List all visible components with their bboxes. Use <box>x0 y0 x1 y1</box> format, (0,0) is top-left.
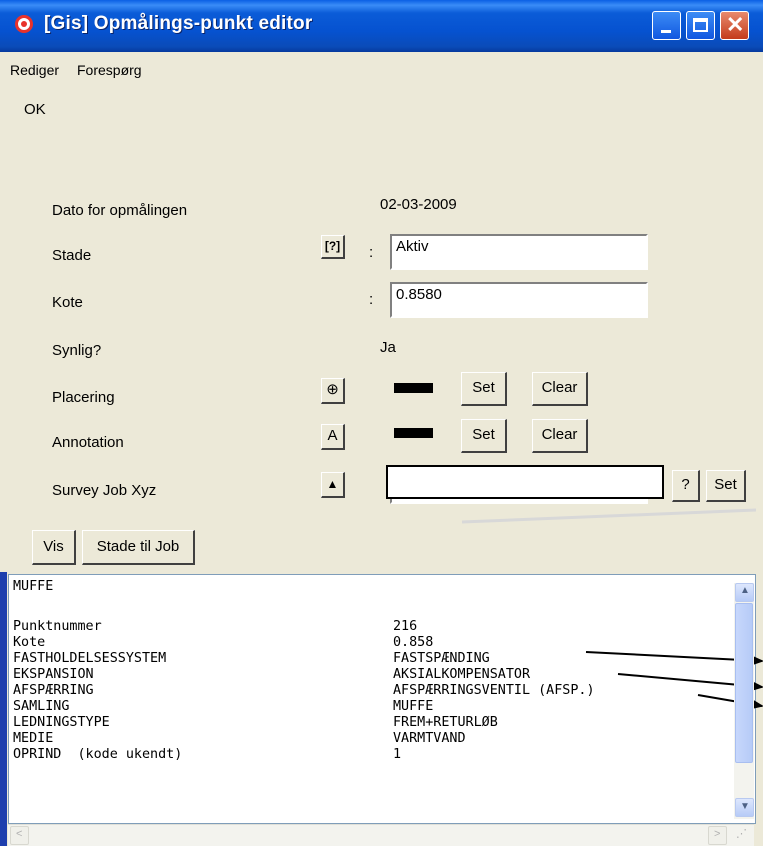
info-value: 216 <box>393 619 418 634</box>
info-key: EKSPANSION <box>13 667 94 682</box>
minimize-icon <box>661 30 671 33</box>
dato-value: 02-03-2009 <box>380 196 457 213</box>
vis-button[interactable]: Vis <box>32 530 76 565</box>
info-value: VARMTVAND <box>393 731 466 746</box>
stade-lookup-button[interactable]: [?] <box>321 235 345 259</box>
scroll-up-button[interactable]: ▲ <box>735 583 754 602</box>
close-button[interactable]: ✕ <box>720 11 749 40</box>
vertical-scrollbar[interactable]: ▲ ▼ <box>734 583 754 819</box>
stade-label: Stade <box>52 247 92 264</box>
maximize-button[interactable] <box>686 11 715 40</box>
stade-til-job-button[interactable]: Stade til Job <box>82 530 195 565</box>
stade-field[interactable]: Aktiv <box>390 234 648 270</box>
close-icon: ✕ <box>726 12 745 37</box>
survey-job-set-button[interactable]: Set <box>706 470 746 502</box>
status-text: OK <box>24 101 46 118</box>
survey-job-help-button[interactable]: ? <box>672 470 700 502</box>
info-key: FASTHOLDELSESSYSTEM <box>13 651 167 666</box>
menu-rediger[interactable]: Rediger <box>10 62 59 78</box>
placering-pick-button[interactable]: ⊕ <box>321 378 345 404</box>
window-title: [Gis] Opmålings-punkt editor <box>44 13 313 34</box>
survey-job-pick-button[interactable]: ▲ <box>321 472 345 498</box>
annotation-pick-button[interactable]: A <box>321 424 345 450</box>
info-key: Punktnummer <box>13 619 102 634</box>
minimize-button[interactable] <box>652 11 681 40</box>
menu-bar: Rediger Forespørg <box>10 56 763 86</box>
synlig-value: Ja <box>380 339 396 356</box>
info-key: LEDNINGSTYPE <box>13 715 110 730</box>
kote-label: Kote <box>52 294 83 311</box>
annotation-icon: A <box>327 427 338 444</box>
window-edge <box>0 572 7 846</box>
info-value: FREM+RETURLØB <box>393 715 498 730</box>
info-key: MEDIE <box>13 731 54 746</box>
crosshair-icon: ⊕ <box>326 381 339 398</box>
survey-job-highlight-box <box>386 465 664 499</box>
horizontal-scrollbar[interactable]: < > ⋰ <box>8 824 754 846</box>
annotation-color-swatch <box>394 428 433 438</box>
app-icon[interactable] <box>15 15 33 33</box>
placering-label: Placering <box>52 389 115 406</box>
info-heading: MUFFE <box>13 579 54 594</box>
info-value: FASTSPÆNDING <box>393 651 490 666</box>
menu-foresporg[interactable]: Forespørg <box>77 62 142 78</box>
annotation-set-button[interactable]: Set <box>461 419 507 453</box>
survey-job-label: Survey Job Xyz <box>52 482 157 499</box>
triangle-up-icon: ▲ <box>326 477 339 491</box>
scroll-down-button[interactable]: ▼ <box>735 798 754 817</box>
info-value: 1 <box>393 747 402 762</box>
info-value: AKSIALKOMPENSATOR <box>393 667 531 682</box>
maximize-icon <box>693 18 708 32</box>
placering-color-swatch <box>394 383 433 393</box>
stade-colon: : <box>369 244 374 261</box>
editor-window: [Gis] Opmålings-punkt editor ✕ Rediger F… <box>0 0 763 846</box>
lookup-icon: [?] <box>324 239 341 253</box>
scroll-left-button[interactable]: < <box>10 826 29 845</box>
info-key: AFSPÆRRING <box>13 683 94 698</box>
title-bar[interactable]: [Gis] Opmålings-punkt editor ✕ <box>0 0 763 52</box>
kote-colon: : <box>369 291 374 308</box>
info-key: SAMLING <box>13 699 70 714</box>
annotation-line <box>461 508 757 524</box>
annotation-clear-button[interactable]: Clear <box>532 419 588 453</box>
synlig-label: Synlig? <box>52 342 102 359</box>
kote-field[interactable]: 0.8580 <box>390 282 648 318</box>
annotation-label: Annotation <box>52 434 124 451</box>
placering-clear-button[interactable]: Clear <box>532 372 588 406</box>
info-value: MUFFE <box>393 699 434 714</box>
chevron-up-icon: ▲ <box>740 585 750 596</box>
resize-grip-icon[interactable]: ⋰ <box>736 827 747 840</box>
placering-set-button[interactable]: Set <box>461 372 507 406</box>
info-key: OPRIND (kode ukendt) <box>13 747 183 762</box>
arrow-annotations <box>585 651 763 711</box>
chevron-down-icon: ▼ <box>740 801 750 812</box>
scroll-right-button[interactable]: > <box>708 826 727 845</box>
chevron-left-icon: < <box>16 828 23 840</box>
info-key: Kote <box>13 635 46 650</box>
chevron-right-icon: > <box>714 828 721 840</box>
scroll-thumb[interactable] <box>735 603 753 763</box>
dato-label: Dato for opmålingen <box>52 202 188 219</box>
info-value: 0.858 <box>393 635 434 650</box>
